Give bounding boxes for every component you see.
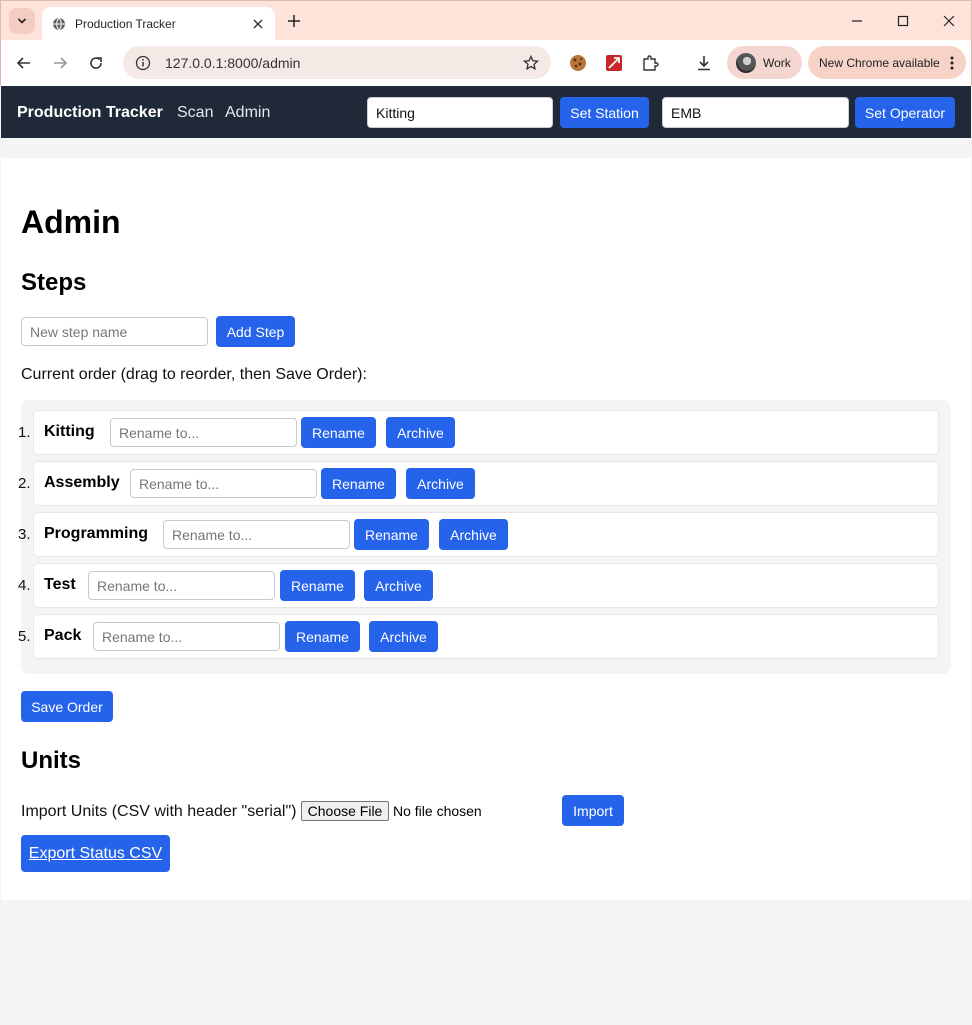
forward-button[interactable] <box>49 52 71 74</box>
rename-input[interactable] <box>130 469 317 498</box>
rename-button[interactable]: Rename <box>285 621 360 652</box>
archive-button[interactable]: Archive <box>369 621 438 652</box>
archive-button[interactable]: Archive <box>386 417 455 448</box>
reload-button[interactable] <box>85 52 107 74</box>
step-name: Assembly <box>44 474 120 491</box>
app-navbar: Production Tracker Scan Admin Set Statio… <box>1 86 971 138</box>
step-name: Kitting <box>44 423 95 440</box>
arrow-right-icon <box>54 57 68 69</box>
close-icon <box>943 15 955 27</box>
rename-input[interactable] <box>163 520 350 549</box>
arrow-left-icon <box>16 57 30 69</box>
avatar <box>736 52 756 73</box>
step-row-kitting[interactable]: 1. Kitting Rename Archive <box>18 410 939 455</box>
step-row-assembly[interactable]: 2. Assembly Rename Archive <box>18 461 939 506</box>
step-name: Programming <box>44 525 149 542</box>
maximize-button[interactable] <box>893 11 913 31</box>
nav-link-admin[interactable]: Admin <box>225 104 270 122</box>
plus-icon <box>288 15 300 27</box>
archive-button[interactable]: Archive <box>406 468 475 499</box>
station-input[interactable] <box>367 97 553 128</box>
import-button[interactable]: Import <box>562 795 624 826</box>
step-row-pack[interactable]: 5. Pack Rename Archive <box>18 614 939 659</box>
rename-input[interactable] <box>110 418 297 447</box>
file-status-text: No file chosen <box>393 803 482 819</box>
back-button[interactable] <box>13 52 35 74</box>
step-name: Test <box>44 576 76 593</box>
set-station-button[interactable]: Set Station <box>560 97 649 128</box>
step-row-programming[interactable]: 3. Programming Rename Archive <box>18 512 939 557</box>
new-step-input[interactable] <box>21 317 208 346</box>
choose-file-button[interactable]: Choose File <box>301 801 389 821</box>
globe-icon <box>53 17 65 31</box>
chevron-down-icon <box>17 18 27 24</box>
rename-input[interactable] <box>93 622 280 651</box>
step-number: 4. <box>18 577 31 594</box>
save-order-button[interactable]: Save Order <box>21 691 113 722</box>
tab-title: Production Tracker <box>75 17 176 31</box>
rename-button[interactable]: Rename <box>301 417 376 448</box>
step-number: 5. <box>18 628 31 645</box>
order-hint: Current order (drag to reorder, then Sav… <box>21 366 367 383</box>
extensions-puzzle-icon[interactable] <box>639 52 661 74</box>
minimize-button[interactable] <box>847 11 867 31</box>
close-window-button[interactable] <box>939 11 959 31</box>
archive-button[interactable]: Archive <box>439 519 508 550</box>
operator-input[interactable] <box>662 97 849 128</box>
download-icon[interactable] <box>693 52 715 74</box>
archive-button[interactable]: Archive <box>364 570 433 601</box>
admin-page: Admin Steps Add Step Current order (drag… <box>1 158 971 900</box>
step-number: 2. <box>18 475 31 492</box>
browser-tab[interactable]: Production Tracker <box>42 7 275 41</box>
step-number: 1. <box>18 424 31 441</box>
rename-button[interactable]: Rename <box>280 570 355 601</box>
import-units-label: Import Units (CSV with header "serial") <box>21 803 297 820</box>
more-menu-icon[interactable] <box>944 56 960 70</box>
profile-label: Work <box>763 55 791 70</box>
brand-title[interactable]: Production Tracker <box>17 104 163 122</box>
add-step-button[interactable]: Add Step <box>216 316 295 347</box>
url-text: 127.0.0.1:8000/admin <box>165 54 301 71</box>
step-name: Pack <box>44 627 82 644</box>
minimize-icon <box>852 20 862 22</box>
browser-tabstrip: Production Tracker <box>0 0 972 41</box>
close-tab-icon[interactable] <box>251 17 265 31</box>
new-tab-button[interactable] <box>285 12 303 30</box>
update-label: New Chrome available <box>819 55 940 70</box>
rename-input[interactable] <box>88 571 275 600</box>
tab-search-button[interactable] <box>9 8 35 34</box>
maximize-icon <box>897 15 909 27</box>
nav-link-scan[interactable]: Scan <box>177 104 213 122</box>
address-bar[interactable]: 127.0.0.1:8000/admin <box>123 46 551 79</box>
profile-button[interactable]: Work <box>727 46 802 79</box>
page-title: Admin <box>21 204 121 240</box>
set-operator-button[interactable]: Set Operator <box>855 97 955 128</box>
rename-button[interactable]: Rename <box>354 519 429 550</box>
export-status-csv-link[interactable]: Export Status CSV <box>21 835 170 872</box>
step-number: 3. <box>18 526 31 543</box>
rename-button[interactable]: Rename <box>321 468 396 499</box>
browser-toolbar: 127.0.0.1:8000/admin Work New Chrome ava… <box>0 40 972 86</box>
site-info-icon <box>135 55 151 70</box>
step-row-test[interactable]: 4. Test Rename Archive <box>18 563 939 608</box>
cookie-extension-icon[interactable] <box>567 52 589 74</box>
units-heading: Units <box>21 747 81 774</box>
pdf-extension-icon[interactable] <box>603 52 625 74</box>
bookmark-star-icon[interactable] <box>523 54 539 71</box>
chrome-update-button[interactable]: New Chrome available <box>808 46 966 79</box>
steps-list: 1. Kitting Rename Archive 2. Assembly Re… <box>18 400 951 674</box>
steps-heading: Steps <box>21 269 87 296</box>
reload-icon <box>90 57 102 69</box>
